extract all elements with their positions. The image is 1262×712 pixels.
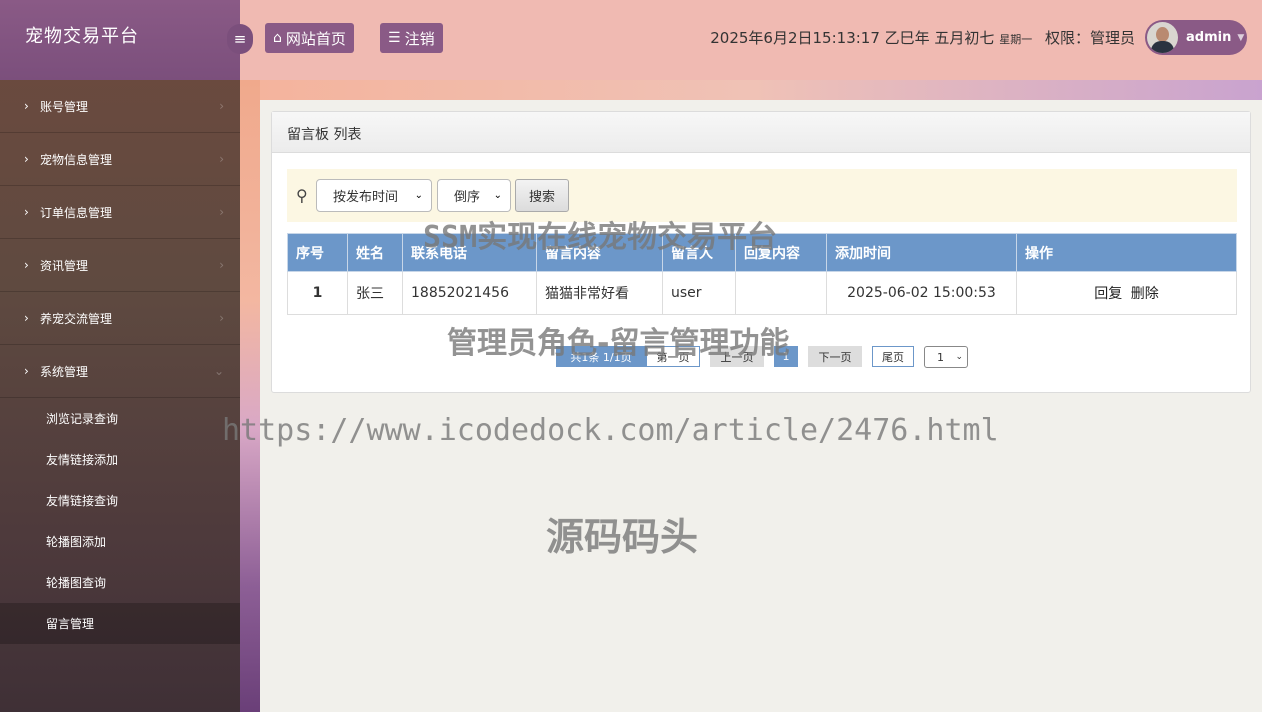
cell-author: user — [662, 271, 736, 315]
sort-order-select[interactable]: 倒序 ⌄ — [437, 179, 511, 212]
cell-phone: 18852021456 — [402, 271, 537, 315]
chevron-right-icon: › — [219, 258, 224, 272]
sidebar-subitem-link-add[interactable]: 友情链接添加 — [0, 439, 240, 480]
sidebar-item-label: 账号管理 — [40, 99, 89, 114]
pager-last-button[interactable]: 尾页 — [872, 346, 914, 367]
chevron-right-icon: › — [24, 205, 29, 219]
chevron-right-icon: › — [24, 258, 29, 272]
sidebar-item-pets[interactable]: › 宠物信息管理 › — [0, 133, 240, 186]
logout-button-label: 注销 — [404, 29, 435, 48]
sidebar-item-label: 订单信息管理 — [40, 205, 113, 220]
watermark-url: https://www.icodedock.com/article/2476.h… — [222, 413, 999, 448]
sort-order-value: 倒序 — [454, 190, 481, 205]
chevron-right-icon: › — [24, 152, 29, 166]
chevron-right-icon: › — [219, 205, 224, 219]
sidebar-item-orders[interactable]: › 订单信息管理 › — [0, 186, 240, 239]
sidebar-item-label: 宠物信息管理 — [40, 152, 113, 167]
cell-content: 猫猫非常好看 — [536, 271, 663, 315]
avatar — [1147, 22, 1178, 53]
table-row: 1 张三 18852021456 猫猫非常好看 user 2025-06-02 … — [287, 271, 1237, 315]
app-title: 宠物交易平台 — [0, 0, 240, 80]
sidebar-item-account[interactable]: › 账号管理 › — [0, 80, 240, 133]
menu-toggle-button[interactable]: ≡ — [227, 24, 253, 54]
sidebar-subitem-messages[interactable]: 留言管理 — [0, 603, 240, 644]
sidebar-item-label: 系统管理 — [40, 364, 89, 379]
cell-name: 张三 — [347, 271, 403, 315]
sidebar-subitem-browse-history[interactable]: 浏览记录查询 — [0, 398, 240, 439]
col-header-name: 姓名 — [347, 233, 403, 272]
panel-title: 留言板 列表 — [272, 112, 1250, 153]
sidebar-item-system[interactable]: › 系统管理 ⌄ — [0, 345, 240, 398]
cell-index: 1 — [287, 271, 348, 315]
reply-link[interactable]: 回复 — [1094, 286, 1122, 302]
permission-label: 权限：管理员 — [1044, 29, 1135, 47]
chevron-right-icon: › — [24, 364, 29, 378]
home-button-label: 网站首页 — [285, 29, 346, 48]
sidebar-subitem-carousel-query[interactable]: 轮播图查询 — [0, 562, 240, 603]
pager-next-button[interactable]: 下一页 — [808, 346, 862, 367]
cell-reply — [735, 271, 827, 315]
col-header-index: 序号 — [287, 233, 348, 272]
sort-field-select[interactable]: 按发布时间 ⌄ — [316, 179, 432, 212]
logout-button[interactable]: ☰ 注销 — [380, 23, 443, 53]
sidebar-item-label: 养宠交流管理 — [40, 311, 113, 326]
chevron-down-icon: ⌄ — [493, 190, 502, 201]
system-submenu: 浏览记录查询 友情链接添加 友情链接查询 轮播图添加 轮播图查询 留言管理 — [0, 398, 240, 644]
sidebar-subitem-link-query[interactable]: 友情链接查询 — [0, 480, 240, 521]
col-header-time: 添加时间 — [826, 233, 1017, 272]
username: admin — [1186, 30, 1232, 45]
chevron-down-icon: ⌄ — [213, 364, 224, 378]
home-icon: ⌂ — [273, 30, 282, 46]
chevron-right-icon: › — [24, 311, 29, 325]
chevron-right-icon: › — [219, 99, 224, 113]
datetime: 2025年6月2日15:13:17 乙巳年 五月初七 — [710, 29, 995, 47]
sidebar-item-label: 资讯管理 — [40, 258, 89, 273]
header-band — [240, 80, 1262, 100]
caret-down-icon: ▼ — [1237, 32, 1245, 43]
delete-link[interactable]: 删除 — [1131, 286, 1159, 302]
header-status: 2025年6月2日15:13:17 乙巳年 五月初七 星期一 权限：管理员 — [710, 27, 1135, 48]
side-gradient-strip — [240, 80, 260, 712]
sidebar-item-news[interactable]: › 资讯管理 › — [0, 239, 240, 292]
chevron-down-icon: ⌄ — [414, 190, 423, 201]
sidebar: 宠物交易平台 › 账号管理 › › 宠物信息管理 › › 订单信息管理 › › … — [0, 0, 240, 712]
watermark-brand: 源码码头 — [546, 515, 699, 559]
search-icon: ⚲ — [296, 186, 308, 205]
sidebar-subitem-carousel-add[interactable]: 轮播图添加 — [0, 521, 240, 562]
cell-actions: 回复 删除 — [1016, 271, 1237, 315]
chevron-down-icon: ⌄ — [955, 352, 963, 362]
cell-time: 2025-06-02 15:00:53 — [826, 271, 1017, 315]
user-menu[interactable]: admin ▼ — [1145, 20, 1247, 55]
watermark-subtitle: 管理员角色-留言管理功能 — [447, 326, 790, 361]
weekday: 星期一 — [999, 33, 1033, 46]
chevron-right-icon: › — [219, 152, 224, 166]
hamburger-icon: ≡ — [233, 30, 247, 48]
sidebar-item-community[interactable]: › 养宠交流管理 › — [0, 292, 240, 345]
pager-page-select-value: 1 — [937, 350, 944, 364]
sort-field-value: 按发布时间 — [333, 190, 399, 205]
search-button[interactable]: 搜索 — [515, 179, 569, 212]
pager-page-select[interactable]: 1 ⌄ — [924, 346, 968, 368]
list-icon: ☰ — [388, 30, 401, 46]
watermark-title: SSM实现在线宠物交易平台 — [423, 220, 778, 255]
col-header-actions: 操作 — [1016, 233, 1237, 272]
home-button[interactable]: ⌂ 网站首页 — [265, 23, 354, 53]
main-content: 留言板 列表 ⚲ 按发布时间 ⌄ 倒序 ⌄ 搜索 序号 姓名 联系电话 留言内容… — [260, 100, 1262, 712]
chevron-right-icon: › — [24, 99, 29, 113]
chevron-right-icon: › — [219, 311, 224, 325]
